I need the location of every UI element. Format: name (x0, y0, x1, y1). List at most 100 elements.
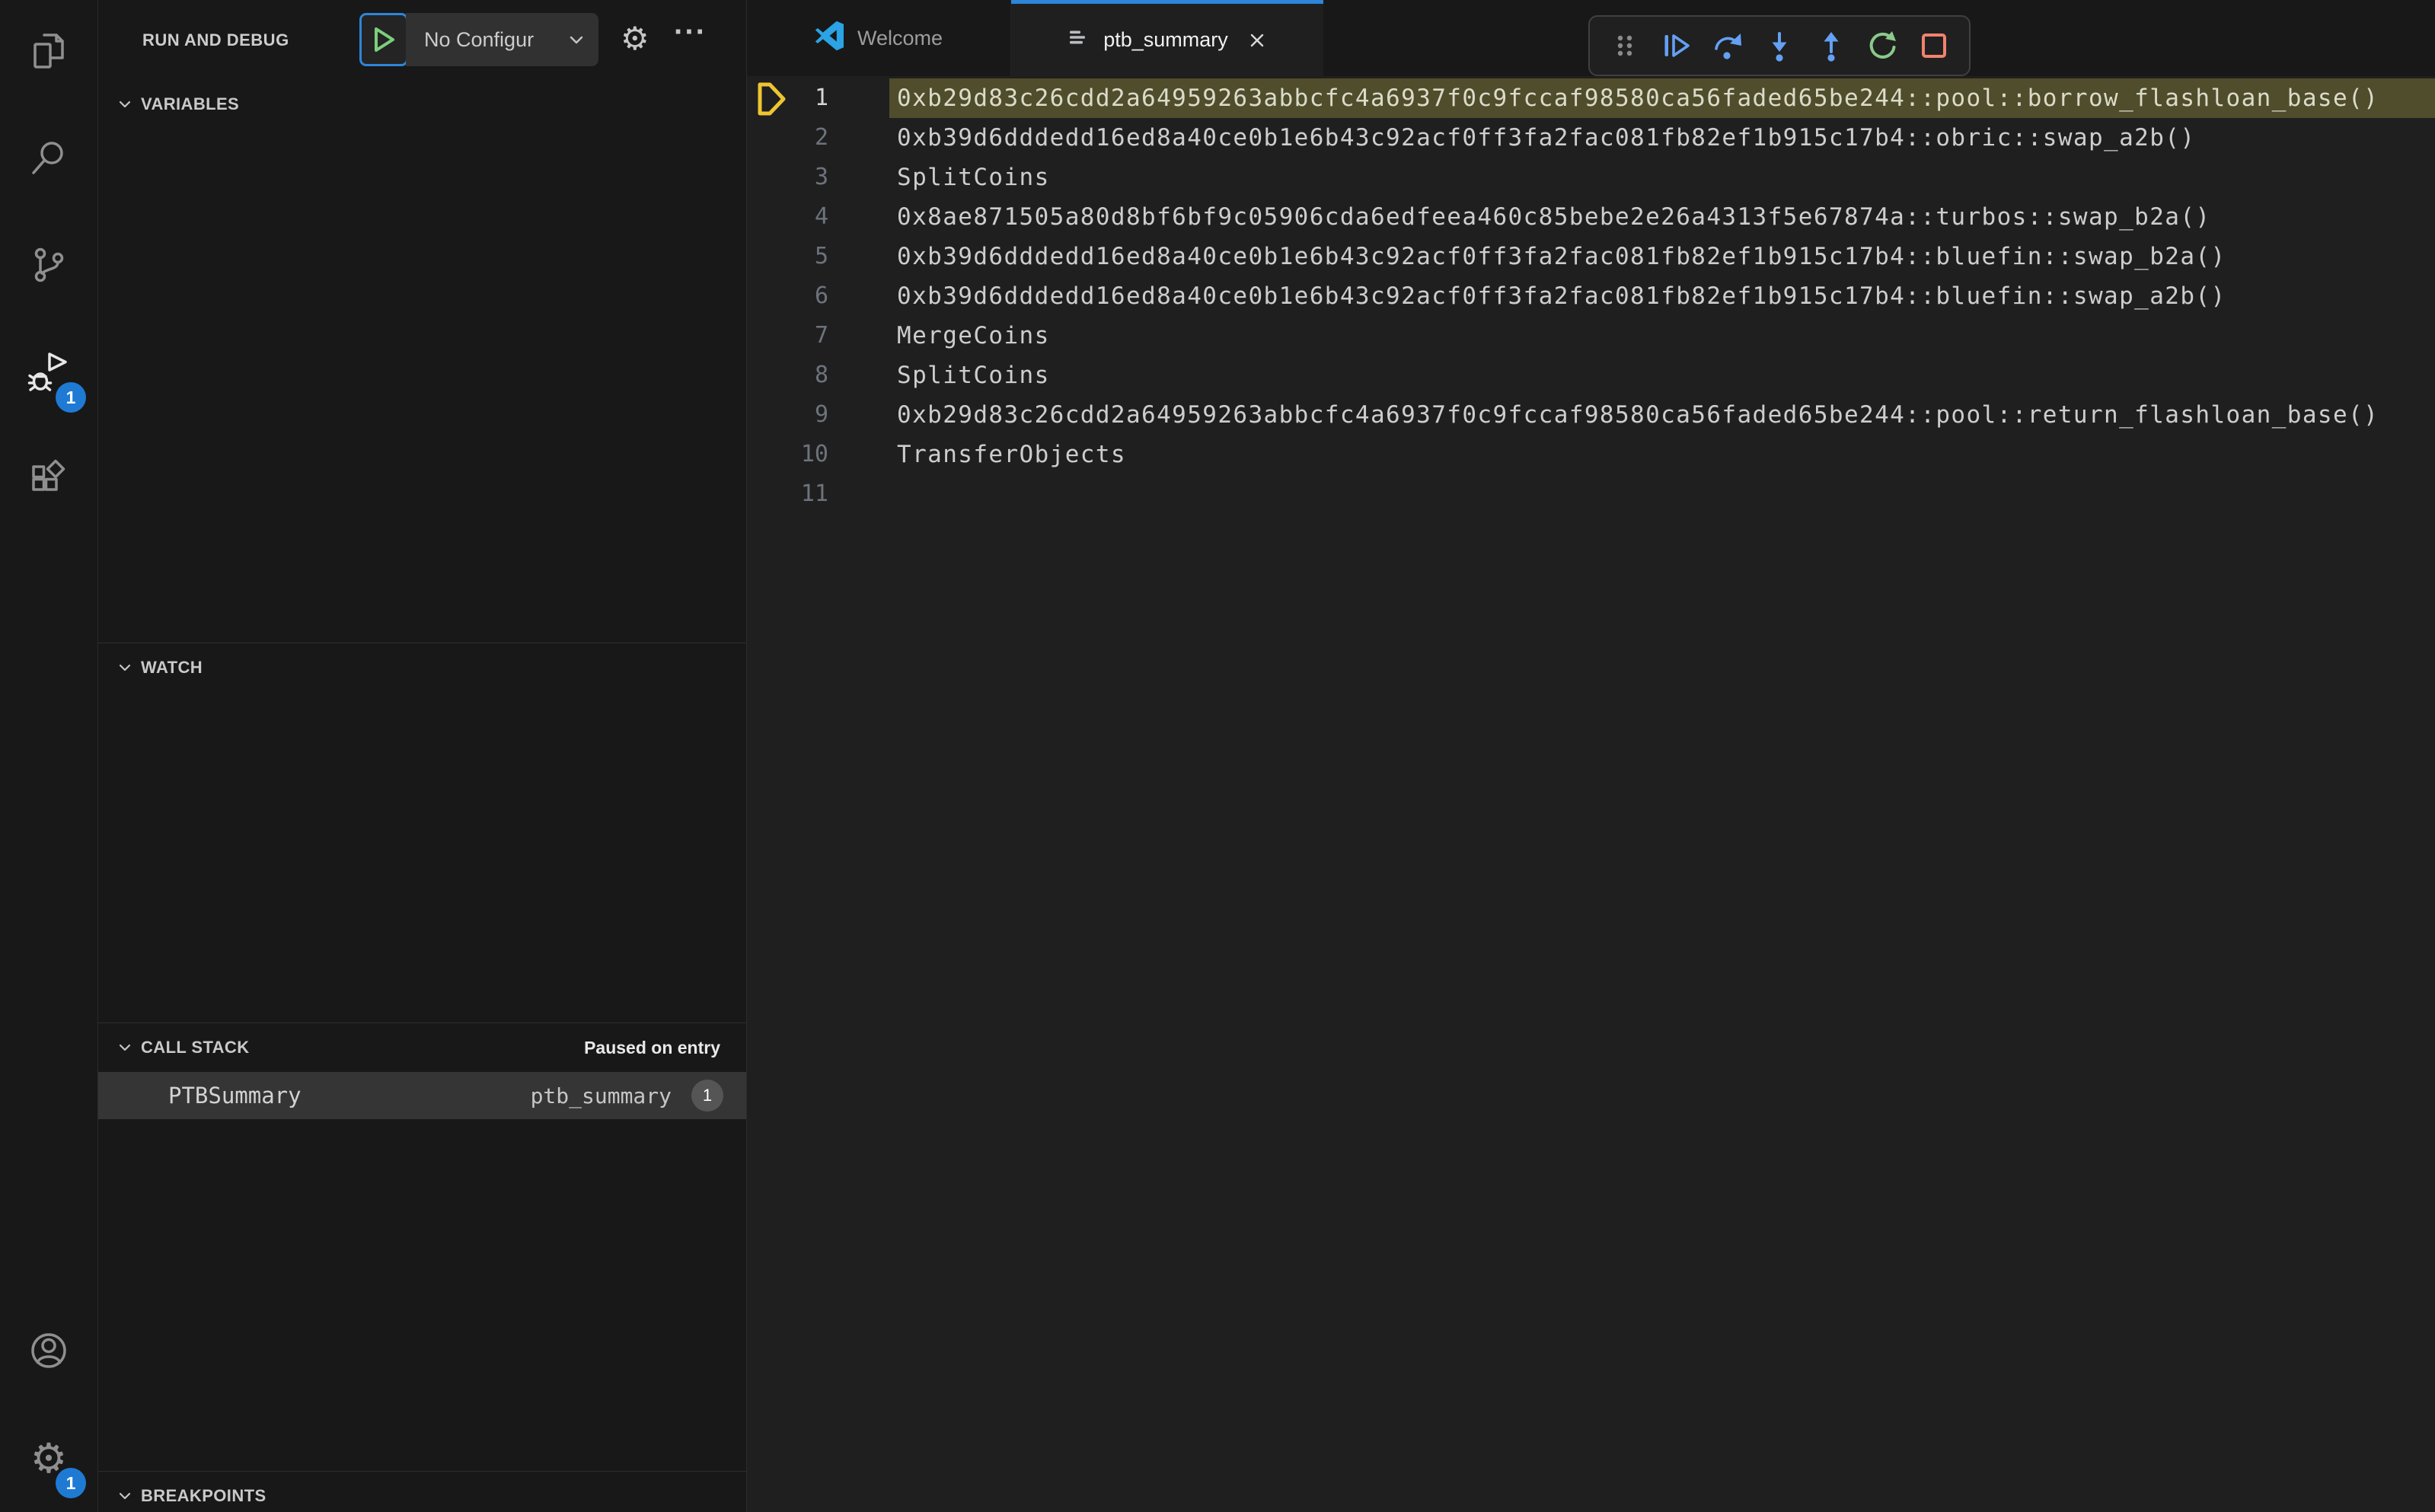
code-line-2[interactable]: 2 0xb39d6dddedd16ed8a40ce0b1e6b43c92acf0… (747, 118, 2435, 158)
code-line-1[interactable]: 1 0xb29d83c26cdd2a64959263abbcfc4a6937f0… (747, 78, 2435, 118)
line-number[interactable]: 8 (747, 356, 828, 395)
vscode-window: 1 ⚙ 1 RUN AND DEBUG No Configur ⚙ ··· VA… (0, 0, 2435, 1512)
sidebar-item-accounts[interactable] (0, 1299, 97, 1405)
code-text: 0xb29d83c26cdd2a64959263abbcfc4a6937f0c9… (897, 401, 2379, 429)
code-line-5[interactable]: 5 0xb39d6dddedd16ed8a40ce0b1e6b43c92acf0… (747, 237, 2435, 276)
stack-frame-name: PTBSummary (168, 1083, 302, 1108)
breakpoints-section-label: BREAKPOINTS (141, 1486, 266, 1505)
start-debugging-button[interactable] (359, 13, 408, 66)
line-number[interactable]: 2 (747, 118, 828, 158)
chevron-down-icon (119, 1492, 131, 1500)
sidebar-item-manage[interactable]: ⚙ 1 (0, 1405, 97, 1512)
step-out-button[interactable] (1811, 24, 1851, 67)
extensions-icon (27, 457, 70, 503)
code-line-10[interactable]: 10 TransferObjects (747, 435, 2435, 474)
code-line-9[interactable]: 9 0xb29d83c26cdd2a64959263abbcfc4a6937f0… (747, 395, 2435, 435)
sidebar-title-bar: RUN AND DEBUG No Configur ⚙ ··· (98, 0, 746, 80)
variables-section: VARIABLES (98, 80, 746, 643)
debug-gear-icon[interactable]: ⚙ (621, 23, 649, 55)
restart-button[interactable] (1862, 24, 1902, 67)
activity-bar-bottom: ⚙ 1 (0, 1299, 97, 1512)
tab-welcome[interactable]: Welcome (747, 0, 1011, 76)
code-text: 0x8ae871505a80d8bf6bf9c05906cda6edfeea46… (897, 203, 2211, 231)
line-number[interactable]: 9 (747, 395, 828, 435)
debug-configuration-dropdown[interactable]: No Configur (406, 13, 598, 66)
code-line-11[interactable]: 11 (747, 474, 2435, 514)
play-icon (375, 27, 394, 52)
stack-frame-file: ptb_summary (530, 1083, 672, 1108)
debug-current-line-arrow-icon (755, 81, 788, 120)
line-number[interactable]: 6 (747, 276, 828, 316)
call-stack-frame-row[interactable]: PTBSummary ptb_summary 1 (98, 1072, 746, 1119)
tab-ptb-summary-label: ptb_summary (1103, 28, 1228, 51)
watch-section-header[interactable]: WATCH (98, 643, 746, 692)
code-line-7[interactable]: 7 MergeCoins (747, 316, 2435, 356)
sidebar-item-source-control[interactable] (0, 213, 97, 320)
code-text: 0xb39d6dddedd16ed8a40ce0b1e6b43c92acf0ff… (897, 282, 2226, 310)
chevron-down-icon (570, 36, 583, 44)
line-number[interactable]: 3 (747, 158, 828, 197)
line-number[interactable]: 5 (747, 237, 828, 276)
sidebar-item-explorer[interactable] (0, 0, 97, 107)
file-list-icon (1065, 24, 1091, 56)
watch-section-label: WATCH (141, 658, 203, 677)
step-over-button[interactable] (1708, 24, 1747, 67)
run-and-debug-sidebar: RUN AND DEBUG No Configur ⚙ ··· VARIABLE… (98, 0, 747, 1512)
code-line-4[interactable]: 4 0x8ae871505a80d8bf6bf9c05906cda6edfeea… (747, 197, 2435, 237)
tab-ptb-summary[interactable]: ptb_summary (1011, 0, 1323, 76)
more-actions-icon[interactable]: ··· (674, 17, 707, 47)
continue-button[interactable] (1657, 24, 1696, 67)
debug-toolbar (1588, 15, 1971, 76)
code-text: 0xb29d83c26cdd2a64959263abbcfc4a6937f0c9… (889, 78, 2435, 118)
breakpoints-section: BREAKPOINTS (98, 1471, 746, 1512)
manage-badge: 1 (56, 1468, 86, 1498)
call-stack-section: CALL STACK Paused on entry PTBSummary pt… (98, 1022, 746, 1471)
variables-section-header[interactable]: VARIABLES (98, 80, 746, 129)
code-text: SplitCoins (897, 362, 1050, 389)
activity-bar: 1 ⚙ 1 (0, 0, 98, 1512)
line-number[interactable]: 4 (747, 197, 828, 237)
code-line-3[interactable]: 3 SplitCoins (747, 158, 2435, 197)
git-branch-icon (27, 244, 70, 290)
activity-bar-top: 1 (0, 0, 97, 533)
code-text: SplitCoins (897, 164, 1050, 191)
sidebar-item-search[interactable] (0, 107, 97, 213)
line-number[interactable]: 10 (747, 435, 828, 474)
close-tab-icon[interactable] (1245, 28, 1269, 53)
account-icon (27, 1329, 70, 1376)
breakpoints-section-header[interactable]: BREAKPOINTS (98, 1472, 746, 1512)
code-line-8[interactable]: 8 SplitCoins (747, 356, 2435, 395)
debug-status-text: Paused on entry (584, 1037, 720, 1057)
call-stack-section-header[interactable]: CALL STACK Paused on entry (98, 1023, 746, 1072)
code-line-6[interactable]: 6 0xb39d6dddedd16ed8a40ce0b1e6b43c92acf0… (747, 276, 2435, 316)
toolbar-drag-handle[interactable] (1605, 24, 1645, 67)
files-icon (27, 30, 70, 77)
search-icon (27, 137, 70, 183)
sidebar-item-run-and-debug[interactable]: 1 (0, 320, 97, 426)
line-number[interactable]: 11 (747, 474, 828, 514)
stack-frame-badge: 1 (691, 1080, 723, 1112)
line-number[interactable]: 7 (747, 316, 828, 356)
chevron-down-icon (119, 100, 131, 108)
vscode-logo-icon (815, 21, 845, 56)
code-text: 0xb39d6dddedd16ed8a40ce0b1e6b43c92acf0ff… (897, 124, 2196, 152)
call-stack-section-label: CALL STACK (141, 1038, 250, 1057)
code-text: MergeCoins (897, 322, 1050, 349)
sidebar-title: RUN AND DEBUG (142, 30, 289, 49)
step-into-button[interactable] (1760, 24, 1799, 67)
code-text: 0xb39d6dddedd16ed8a40ce0b1e6b43c92acf0ff… (897, 243, 2226, 270)
watch-section: WATCH (98, 643, 746, 1022)
sidebar-item-extensions[interactable] (0, 426, 97, 533)
tab-welcome-label: Welcome (857, 26, 943, 49)
variables-section-label: VARIABLES (141, 94, 240, 113)
chevron-down-icon (119, 664, 131, 671)
chevron-down-icon (119, 1044, 131, 1051)
editor-area: Welcome ptb_summary 1 0xb29d83c26cdd2a64… (747, 0, 2435, 1512)
stop-button[interactable] (1914, 24, 1954, 67)
debug-count-badge: 1 (56, 382, 86, 413)
debug-configuration-label: No Configur (424, 27, 535, 51)
code-editor[interactable]: 1 0xb29d83c26cdd2a64959263abbcfc4a6937f0… (747, 76, 2435, 514)
debug-launch-control: No Configur (359, 13, 598, 66)
code-text: TransferObjects (897, 441, 1126, 468)
